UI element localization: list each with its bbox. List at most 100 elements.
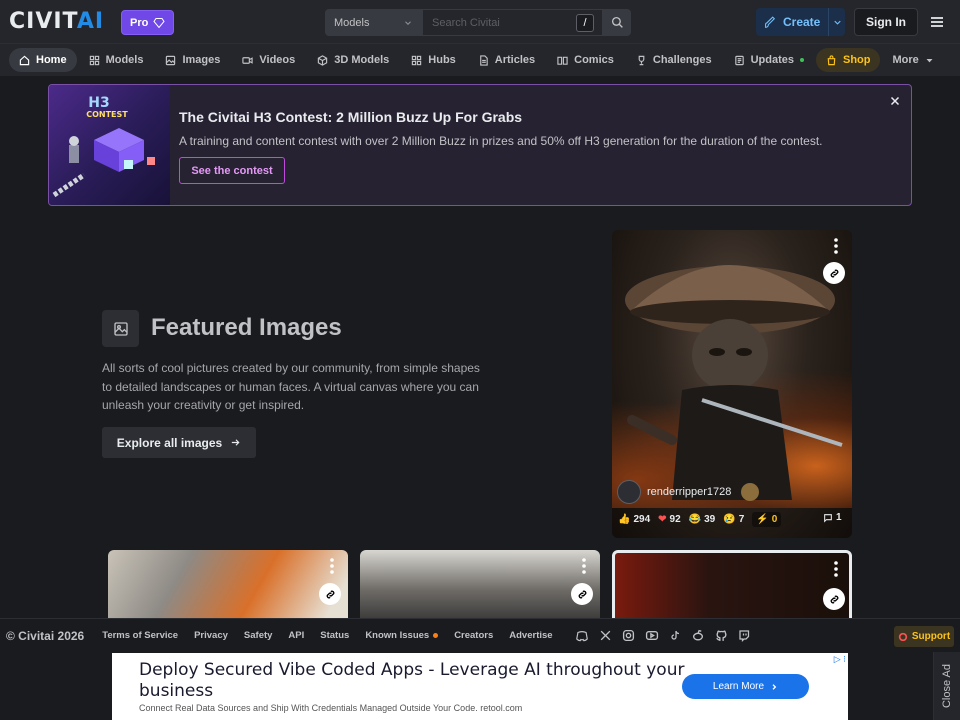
create-button[interactable]: Create [756, 8, 830, 36]
instagram-icon[interactable] [622, 629, 635, 642]
create-dropdown-button[interactable] [829, 17, 845, 28]
file-icon [479, 54, 488, 66]
featured-image-card[interactable]: renderripper1728 👍 294 ❤ 92 😂 39 😢 7 ⚡ 0 1 [612, 230, 852, 538]
reaction-like[interactable]: 👍 294 [618, 514, 650, 525]
chevron-right-icon [772, 683, 777, 690]
card-menu-button[interactable] [582, 558, 586, 574]
arrow-right-icon [232, 439, 240, 446]
footer-link-advertise[interactable]: Advertise [509, 630, 552, 641]
video-icon [242, 56, 254, 64]
dots-vertical-icon [834, 561, 838, 577]
svg-text:H3: H3 [88, 95, 109, 111]
nav-comics[interactable]: Comics [547, 48, 624, 72]
reaction-laugh[interactable]: 😂 39 [689, 514, 716, 525]
explore-all-images-button[interactable]: Explore all images [102, 427, 256, 458]
ad-learn-more-button[interactable]: Learn More [682, 674, 809, 699]
card-reactions: 👍 294 ❤ 92 😂 39 😢 7 ⚡ 0 1 [618, 512, 842, 527]
banner-description: A training and content contest with over… [179, 134, 823, 148]
pro-button[interactable]: Pro [121, 10, 175, 35]
link-icon [578, 590, 586, 598]
card-menu-button[interactable] [834, 561, 838, 577]
nav-images[interactable]: Images [155, 48, 230, 72]
cry-icon: 😢 [723, 514, 736, 525]
card-link-button[interactable] [319, 583, 341, 605]
footer-link-terms[interactable]: Terms of Service [102, 630, 178, 641]
search-button[interactable] [603, 9, 631, 36]
nav-shop[interactable]: Shop [815, 48, 881, 72]
card-author[interactable]: renderripper1728 [617, 480, 760, 504]
card-link-button[interactable] [823, 588, 845, 610]
lifebuoy-icon [898, 632, 907, 641]
thumbs-up-icon: 👍 [618, 514, 631, 525]
close-icon [890, 96, 900, 106]
nav-videos[interactable]: Videos [232, 48, 305, 72]
bolt-icon: ⚡ [756, 514, 769, 525]
nav-challenges[interactable]: Challenges [626, 48, 722, 72]
sign-in-button[interactable]: Sign In [854, 8, 918, 36]
ad-banner[interactable]: Deploy Secured Vibe Coded Apps - Leverag… [112, 653, 848, 720]
nav-3d-models[interactable]: 3D Models [307, 48, 399, 72]
grid-icon [89, 55, 99, 65]
caret-down-icon [926, 58, 933, 62]
comments-count[interactable]: 1 [823, 512, 842, 523]
search-field: / [422, 9, 603, 36]
featured-images-title: Featured Images [151, 314, 342, 341]
main-nav: Home Models Images Videos 3D Models Hubs… [0, 44, 960, 76]
card-link-button[interactable] [823, 262, 845, 284]
banner-close-button[interactable] [889, 95, 901, 107]
x-icon[interactable] [599, 629, 612, 642]
search-shortcut-key: / [576, 14, 594, 32]
dots-vertical-icon [834, 238, 838, 254]
card-link-button[interactable] [571, 583, 593, 605]
dots-vertical-icon [582, 558, 586, 574]
nav-home[interactable]: Home [9, 48, 77, 72]
close-ad-button[interactable]: Close Ad [933, 652, 960, 720]
diamond-icon [153, 17, 165, 28]
menu-button[interactable] [929, 14, 945, 30]
trophy-icon [638, 55, 645, 65]
footer-link-creators[interactable]: Creators [454, 630, 493, 641]
featured-images-description: All sorts of cool pictures created by ou… [102, 361, 480, 412]
github-icon[interactable] [715, 629, 728, 642]
nav-hubs[interactable]: Hubs [401, 48, 466, 72]
create-button-group: Create [756, 8, 845, 36]
footer-link-status[interactable]: Status [320, 630, 349, 641]
discord-icon[interactable] [575, 629, 589, 643]
nav-updates[interactable]: Updates [724, 48, 814, 72]
reaction-heart[interactable]: ❤ 92 [658, 514, 681, 525]
card-menu-button[interactable] [330, 558, 334, 574]
reaction-cry[interactable]: 😢 7 [723, 514, 744, 525]
social-links [575, 629, 750, 643]
ad-headline[interactable]: Deploy Secured Vibe Coded Apps - Leverag… [139, 660, 699, 702]
cube-icon [318, 54, 328, 66]
nav-models[interactable]: Models [79, 48, 154, 72]
bag-icon [827, 54, 836, 65]
nav-more[interactable]: More [882, 48, 943, 72]
nav-articles[interactable]: Articles [468, 48, 545, 72]
link-icon [326, 590, 334, 598]
civitai-logo[interactable]: CIVITAI [9, 11, 104, 33]
reddit-icon[interactable] [691, 629, 705, 642]
footer-link-api[interactable]: API [288, 630, 304, 641]
adchoices-icon[interactable]: ▷ ⁝ [834, 654, 846, 665]
footer-link-privacy[interactable]: Privacy [194, 630, 228, 641]
youtube-icon[interactable] [645, 629, 659, 642]
search-scope-select[interactable]: Models [325, 9, 422, 36]
heart-icon: ❤ [658, 514, 667, 525]
grid-icon [412, 55, 422, 65]
laugh-icon: 😂 [688, 514, 702, 525]
card-menu-button[interactable] [834, 238, 838, 254]
footer: © Civitai 2026 Terms of Service Privacy … [0, 618, 960, 652]
comment-icon [824, 513, 832, 523]
search-input[interactable] [432, 16, 572, 29]
brush-icon [764, 15, 776, 28]
see-contest-button[interactable]: See the contest [179, 157, 285, 184]
footer-link-known-issues[interactable]: Known Issues [365, 630, 439, 641]
twitch-icon[interactable] [738, 629, 750, 642]
tiktok-icon[interactable] [669, 629, 681, 642]
support-button[interactable]: Support [894, 626, 954, 647]
reaction-buzz[interactable]: ⚡ 0 [752, 512, 782, 527]
copyright: © Civitai 2026 [6, 628, 85, 643]
footer-link-safety[interactable]: Safety [244, 630, 273, 641]
pro-label: Pro [130, 16, 149, 29]
